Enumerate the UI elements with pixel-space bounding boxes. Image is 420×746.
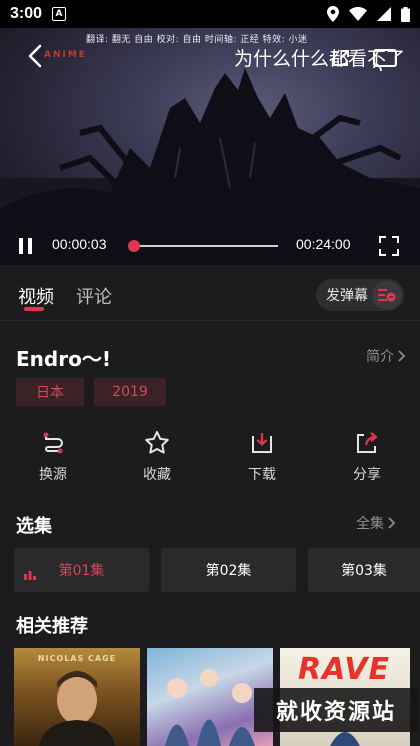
tab-bar: 视频 评论 发弹幕 xyxy=(0,265,420,321)
send-danmaku-label: 发弹幕 xyxy=(326,288,368,304)
tag-country[interactable]: 日本 xyxy=(16,378,84,406)
poster-figure-1 xyxy=(39,671,115,746)
location-icon xyxy=(327,6,339,22)
favorite-label: 收藏 xyxy=(143,467,171,483)
share-button[interactable]: 分享 xyxy=(332,430,402,484)
video-player[interactable]: 翻译: 翻无 自由 校对: 自由 时间轴: 正经 特效: 小迷 ANIME 为什… xyxy=(0,28,420,265)
download-icon xyxy=(252,433,272,453)
tab-video[interactable]: 视频 xyxy=(18,283,54,309)
channel-logo: ANIME xyxy=(44,50,87,60)
episode-label-2: 第02集 xyxy=(205,563,252,579)
tab-comment[interactable]: 评论 xyxy=(76,283,112,309)
status-bar: 3:00 A xyxy=(0,0,420,28)
pause-icon[interactable] xyxy=(16,236,36,256)
wifi-icon xyxy=(349,7,367,21)
chevron-right-icon xyxy=(398,350,406,362)
recommend-poster-1[interactable]: NICOLAS CAGE xyxy=(14,648,140,746)
recommend-title: 相关推荐 xyxy=(16,616,88,637)
current-time: 00:00:03 xyxy=(52,236,107,252)
episode-label-1: 第01集 xyxy=(58,563,105,579)
favorite-button[interactable]: 收藏 xyxy=(122,430,192,484)
cast-icon[interactable] xyxy=(372,46,398,72)
episode-label-3: 第03集 xyxy=(341,563,387,579)
intro-link[interactable]: 简介 xyxy=(366,346,406,366)
all-episodes-label: 全集 xyxy=(356,516,384,532)
playing-indicator-icon xyxy=(24,571,36,580)
switch-source-icon xyxy=(43,432,63,454)
intro-link-label: 简介 xyxy=(366,349,394,365)
switch-source-button[interactable]: 换源 xyxy=(18,430,88,484)
episode-item-1[interactable]: 第01集 xyxy=(14,548,149,592)
share-overlay-icon[interactable] xyxy=(330,47,352,69)
watermark: 就收资源站 xyxy=(254,688,418,732)
status-time: 3:00 xyxy=(10,5,43,22)
battery-icon xyxy=(401,6,410,22)
total-time: 00:24:00 xyxy=(296,236,351,252)
share-icon xyxy=(357,432,378,453)
status-icons xyxy=(327,6,410,22)
signal-icon xyxy=(377,7,391,21)
progress-bar[interactable] xyxy=(127,240,278,252)
back-icon[interactable] xyxy=(22,42,50,70)
switch-source-label: 换源 xyxy=(39,467,67,483)
share-label: 分享 xyxy=(353,467,381,483)
star-icon xyxy=(145,431,169,454)
episodes-title: 选集 xyxy=(16,516,52,537)
progress-knob[interactable] xyxy=(127,240,140,252)
all-episodes-link[interactable]: 全集 xyxy=(356,513,396,533)
tab-active-indicator xyxy=(24,307,44,311)
notification-icon: A xyxy=(52,7,67,21)
fullscreen-icon[interactable] xyxy=(378,235,400,257)
player-controls: 00:00:03 00:24:00 xyxy=(0,228,420,262)
download-label: 下载 xyxy=(248,467,276,483)
download-button[interactable]: 下载 xyxy=(227,430,297,484)
tag-year[interactable]: 2019 xyxy=(94,378,166,406)
send-danmaku-button[interactable]: 发弹幕 xyxy=(316,279,404,311)
episode-item-3[interactable]: 第03集 xyxy=(308,548,420,592)
danmaku-toggle-icon[interactable] xyxy=(372,281,402,309)
episode-item-2[interactable]: 第02集 xyxy=(161,548,296,592)
video-title: Endro～! xyxy=(16,347,111,371)
chevron-right-icon xyxy=(388,517,396,529)
